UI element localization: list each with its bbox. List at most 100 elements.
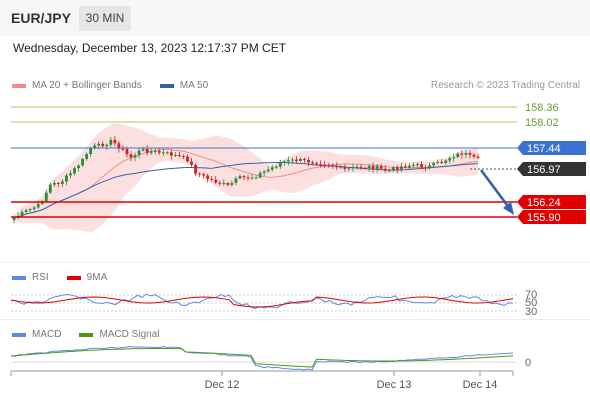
timeframe-button[interactable]: 30 MIN [79,6,131,31]
candle-body [89,147,93,155]
research-credit: Research © 2023 Trading Central [430,80,580,91]
candle-body [214,179,218,183]
instrument-title: EUR/JPY [11,10,71,26]
macd-zero-label: 0 [525,357,531,369]
rsi-line [10,293,514,309]
candle-body [403,166,407,168]
candle-body [52,183,56,185]
candle-body [28,209,32,211]
candle-body [258,172,262,178]
candle-body [246,177,250,179]
price-tag-current [517,162,586,176]
panel-divider [0,262,590,263]
ma20-line [13,148,479,219]
price-label-156-24: 156.24 [527,197,561,209]
price-tag-157-44 [517,141,586,155]
moving-averages [13,148,479,219]
bollinger-band-area [14,123,478,233]
candle-body [375,166,379,169]
rsi-9ma-swatch [66,275,81,280]
rsi-swatch [12,275,26,280]
candle-body [472,154,476,157]
candle-body [468,152,472,155]
candle-body [399,166,403,170]
candle-body [295,159,298,162]
candle-body [315,163,319,165]
candle-body [12,217,16,220]
candle-body [387,170,391,172]
candle-body [266,169,270,172]
candle-body [125,148,129,155]
candle-body [218,182,222,184]
candle-body [85,154,89,159]
candle-body [424,167,427,169]
timestamp: Wednesday, December 13, 2023 12:17:37 PM… [13,41,287,55]
candle-body [238,176,242,179]
price-label-155-90: 155.90 [527,212,561,224]
candle-body [69,173,72,176]
top-bar: EUR/JPY 30 MIN [0,0,590,36]
candle-body [323,164,327,166]
candle-body [440,162,444,164]
candle-body [278,162,282,167]
candle-body [303,158,306,160]
candle-body [395,167,399,170]
candle-body [311,162,314,164]
candle-body [250,177,254,179]
x-axis-label-dec12: Dec 12 [205,379,240,391]
candle-body [432,162,436,166]
macd-line [10,346,514,371]
rsi-9ma-line [10,296,514,308]
candle-body [121,148,125,150]
ma50-legend-label: MA 50 [179,80,209,91]
candle-body [335,165,339,168]
candle-body [234,178,238,183]
candle-body [73,168,76,174]
candle-body [182,156,185,158]
candle-body [371,166,375,169]
candle-body [476,156,480,159]
candle-body [206,175,210,179]
candle-body [242,176,246,178]
candle-body [460,153,464,155]
candle-body [222,183,226,185]
candle-body [367,166,371,168]
candle-body [129,154,133,158]
macd-legend-label: MACD [32,329,62,340]
candle-body [230,182,234,185]
candle-body [190,161,193,165]
forecast-arrow [479,169,512,210]
rsi-label-30: 30 [525,306,537,318]
candle-body [202,174,206,176]
candle-body [436,162,440,164]
candle-body [327,164,331,166]
candle-body [56,183,60,185]
price-label-158-36: 158.36 [525,102,559,114]
candle-body [262,171,266,173]
candle-body [198,173,201,175]
candle-body [379,166,383,169]
candle-body [355,166,359,168]
candle-body [153,150,157,152]
candle-body [456,153,460,158]
candle-body [32,207,36,210]
candle-body [186,156,189,162]
candle-body [77,165,80,169]
macd-legend: MACD MACD Signal [12,329,177,340]
candle-body [24,210,28,213]
candle-body [145,148,149,153]
candle-body [291,159,294,161]
candle-body [351,166,355,169]
macd-swatch [12,332,26,337]
candle-body [178,154,181,157]
rsi-legend: RSI 9MA [12,272,125,283]
price-chart: 158.36 158.02 157.44 156.97 156.24 155.9… [10,102,586,391]
candle-body [307,159,310,163]
candle-body [391,167,395,171]
rsi-label-70: 70 [525,289,537,301]
candle-body [109,139,113,145]
ma20-swatch [12,83,26,88]
macd-signal-legend-label: MACD Signal [99,329,160,340]
candle-body [331,164,335,166]
rsi-9ma-legend-label: 9MA [86,272,108,283]
